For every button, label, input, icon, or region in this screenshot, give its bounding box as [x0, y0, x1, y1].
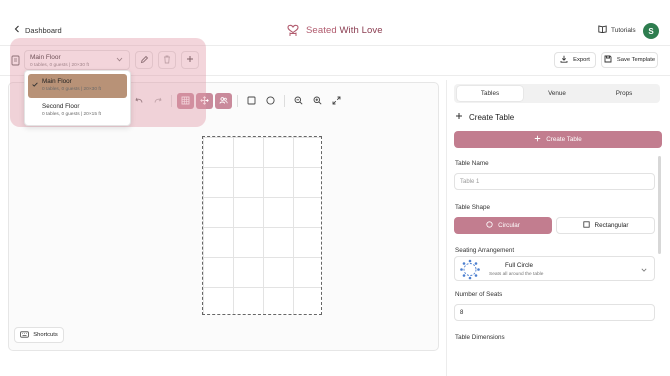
keyboard-icon — [20, 330, 30, 340]
app-logo: Seated With Love — [286, 22, 383, 39]
seating-arrangement-select[interactable]: Full Circle Seats all around the table — [454, 256, 655, 281]
download-icon — [560, 55, 568, 65]
chevron-down-icon — [641, 267, 647, 274]
back-label: Dashboard — [25, 25, 62, 35]
app-title-part1: Seated — [306, 25, 337, 36]
toolbar-divider — [237, 95, 238, 107]
number-of-seats-label: Number of Seats — [455, 291, 503, 298]
tutorials-button[interactable]: Tutorials — [598, 25, 636, 35]
save-template-label: Save Template — [616, 57, 656, 63]
user-avatar[interactable]: S — [643, 23, 659, 39]
chevron-left-icon — [14, 25, 20, 35]
tab-tables[interactable]: Tables — [457, 86, 523, 101]
zoom-out-button[interactable] — [290, 93, 307, 109]
tab-props[interactable]: Props — [591, 86, 657, 101]
create-table-button[interactable]: Create Table — [454, 131, 662, 148]
floor-option-main[interactable]: Main Floor 0 tables, 0 guests | 20×30 ft — [28, 74, 127, 98]
panel-tabs: Tables Venue Props — [454, 84, 660, 103]
shortcuts-button[interactable]: Shortcuts — [14, 327, 64, 343]
app-title-part2: With Love — [339, 25, 383, 36]
export-label: Export — [573, 57, 590, 63]
floor-option-name: Second Floor — [42, 103, 80, 110]
floor-option-second[interactable]: Second Floor 0 tables, 0 guests | 20×15 … — [28, 99, 127, 123]
zoom-in-icon — [313, 96, 322, 107]
zoom-out-icon — [294, 96, 303, 107]
seating-description: Seats all around the table — [489, 272, 544, 277]
save-template-button[interactable]: Save Template — [601, 52, 658, 68]
tutorials-label: Tutorials — [611, 26, 636, 34]
floor-option-info: 0 tables, 0 guests | 20×30 ft — [42, 87, 101, 92]
plus-icon — [534, 135, 541, 144]
seating-value: Full Circle — [505, 262, 533, 269]
circle-shape-button[interactable] — [262, 93, 279, 109]
floor-option-name: Main Floor — [42, 78, 72, 85]
circle-icon — [486, 221, 493, 230]
floor-option-info: 0 tables, 0 guests | 20×15 ft — [42, 112, 101, 117]
create-table-heading: Create Table — [455, 112, 514, 122]
book-icon — [598, 25, 607, 35]
circle-icon — [266, 95, 275, 107]
create-table-heading-text: Create Table — [469, 112, 515, 122]
export-button[interactable]: Export — [554, 52, 596, 68]
back-to-dashboard-link[interactable]: Dashboard — [14, 25, 62, 35]
table-name-label: Table Name — [455, 160, 489, 167]
app-title: Seated With Love — [306, 25, 383, 36]
number-of-seats-input[interactable]: 8 — [454, 304, 655, 321]
full-circle-seating-icon — [459, 259, 481, 282]
save-icon — [604, 55, 612, 65]
create-table-button-label: Create Table — [546, 136, 582, 143]
shape-circular-button[interactable]: Circular — [454, 217, 552, 234]
shape-rectangular-button[interactable]: Rectangular — [556, 217, 655, 234]
floor-plan-grid[interactable] — [202, 136, 322, 315]
square-shape-button[interactable] — [243, 93, 260, 109]
shape-rectangular-label: Rectangular — [594, 222, 629, 229]
zoom-in-button[interactable] — [309, 93, 326, 109]
panel-scrollbar[interactable] — [658, 156, 661, 254]
shape-circular-label: Circular — [498, 222, 520, 229]
plus-icon — [455, 112, 463, 122]
fit-screen-button[interactable] — [328, 93, 345, 109]
heart-chair-logo-icon — [286, 22, 300, 39]
table-shape-label: Table Shape — [455, 204, 491, 211]
floor-dropdown-menu: Main Floor 0 tables, 0 guests | 20×30 ft… — [24, 70, 131, 126]
table-name-input[interactable]: Table 1 — [454, 173, 655, 190]
guests-tool-button[interactable] — [215, 93, 232, 109]
table-dimensions-label: Table Dimensions — [455, 334, 505, 341]
shortcuts-label: Shortcuts — [33, 332, 58, 338]
seating-arrangement-label: Seating Arrangement — [455, 247, 515, 254]
square-icon — [247, 96, 256, 107]
toolbar-divider — [284, 95, 285, 107]
tab-venue[interactable]: Venue — [524, 86, 590, 101]
check-icon — [32, 82, 38, 89]
users-icon — [219, 96, 228, 107]
square-icon — [582, 221, 590, 230]
expand-icon — [332, 96, 341, 107]
